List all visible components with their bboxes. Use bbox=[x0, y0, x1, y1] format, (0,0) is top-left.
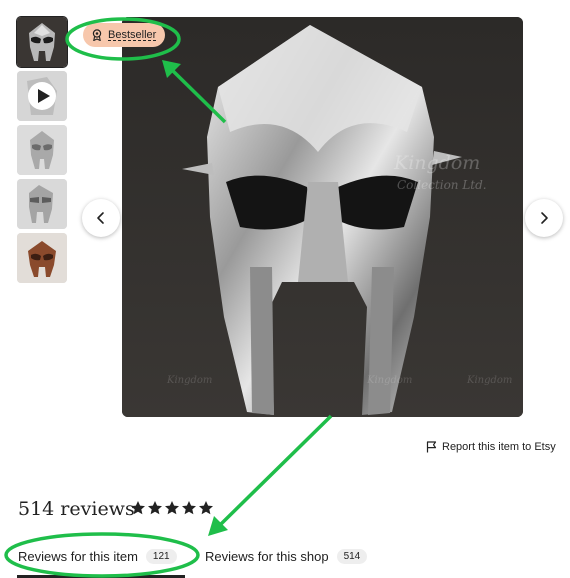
tab-reviews-for-shop[interactable]: Reviews for this shop 514 bbox=[205, 545, 368, 567]
award-icon bbox=[92, 29, 102, 41]
thumbnail-image bbox=[17, 17, 67, 67]
thumbnail-5[interactable] bbox=[17, 233, 67, 283]
review-count-badge: 514 bbox=[336, 548, 368, 564]
watermark-line2: Collection Ltd. bbox=[397, 178, 487, 192]
thumbnail-video[interactable] bbox=[17, 71, 67, 121]
bestseller-badge[interactable]: Bestseller bbox=[83, 23, 166, 47]
report-label: Report this item to Etsy bbox=[442, 441, 556, 453]
watermark-line1: Kingdom bbox=[393, 152, 480, 174]
mask-photo: Kingdom Collection Ltd. Kingdom Kingdom … bbox=[122, 17, 523, 417]
watermark-bottom-2: Kingdom bbox=[366, 375, 412, 386]
star-icon bbox=[182, 501, 196, 515]
badge-label: Bestseller bbox=[108, 29, 157, 41]
star-icon bbox=[148, 501, 162, 515]
main-product-image[interactable]: Kingdom Collection Ltd. Kingdom Kingdom … bbox=[122, 17, 523, 417]
tab-reviews-for-item[interactable]: Reviews for this item 121 bbox=[18, 545, 177, 567]
chevron-right-icon bbox=[541, 212, 548, 224]
annotation-arrow bbox=[218, 414, 333, 527]
thumbnail-image bbox=[17, 233, 67, 283]
thumbnail-image bbox=[17, 125, 67, 175]
star-icon bbox=[165, 501, 179, 515]
thumbnail-image bbox=[17, 179, 67, 229]
flag-icon bbox=[426, 441, 437, 453]
star-icon bbox=[199, 501, 213, 515]
star-rating bbox=[130, 500, 214, 516]
thumbnail-4[interactable] bbox=[17, 179, 67, 229]
thumbnail-1[interactable] bbox=[17, 17, 67, 67]
arrowhead-icon bbox=[208, 516, 228, 536]
review-count-badge: 121 bbox=[145, 548, 177, 564]
watermark-bottom-1: Kingdom bbox=[166, 375, 212, 386]
reviews-count: 514 reviews bbox=[18, 498, 135, 520]
report-item-link[interactable]: Report this item to Etsy bbox=[426, 441, 556, 453]
chevron-left-icon bbox=[97, 212, 104, 224]
tab-label: Reviews for this shop bbox=[205, 548, 329, 564]
previous-image-button[interactable] bbox=[82, 199, 120, 237]
watermark-bottom-3: Kingdom bbox=[466, 375, 512, 386]
reviews-tabs: Reviews for this item 121 Reviews for th… bbox=[17, 545, 557, 578]
thumbnail-image bbox=[17, 71, 67, 121]
next-image-button[interactable] bbox=[525, 199, 563, 237]
star-icon bbox=[131, 501, 145, 515]
tab-label: Reviews for this item bbox=[18, 548, 138, 564]
thumbnail-3[interactable] bbox=[17, 125, 67, 175]
